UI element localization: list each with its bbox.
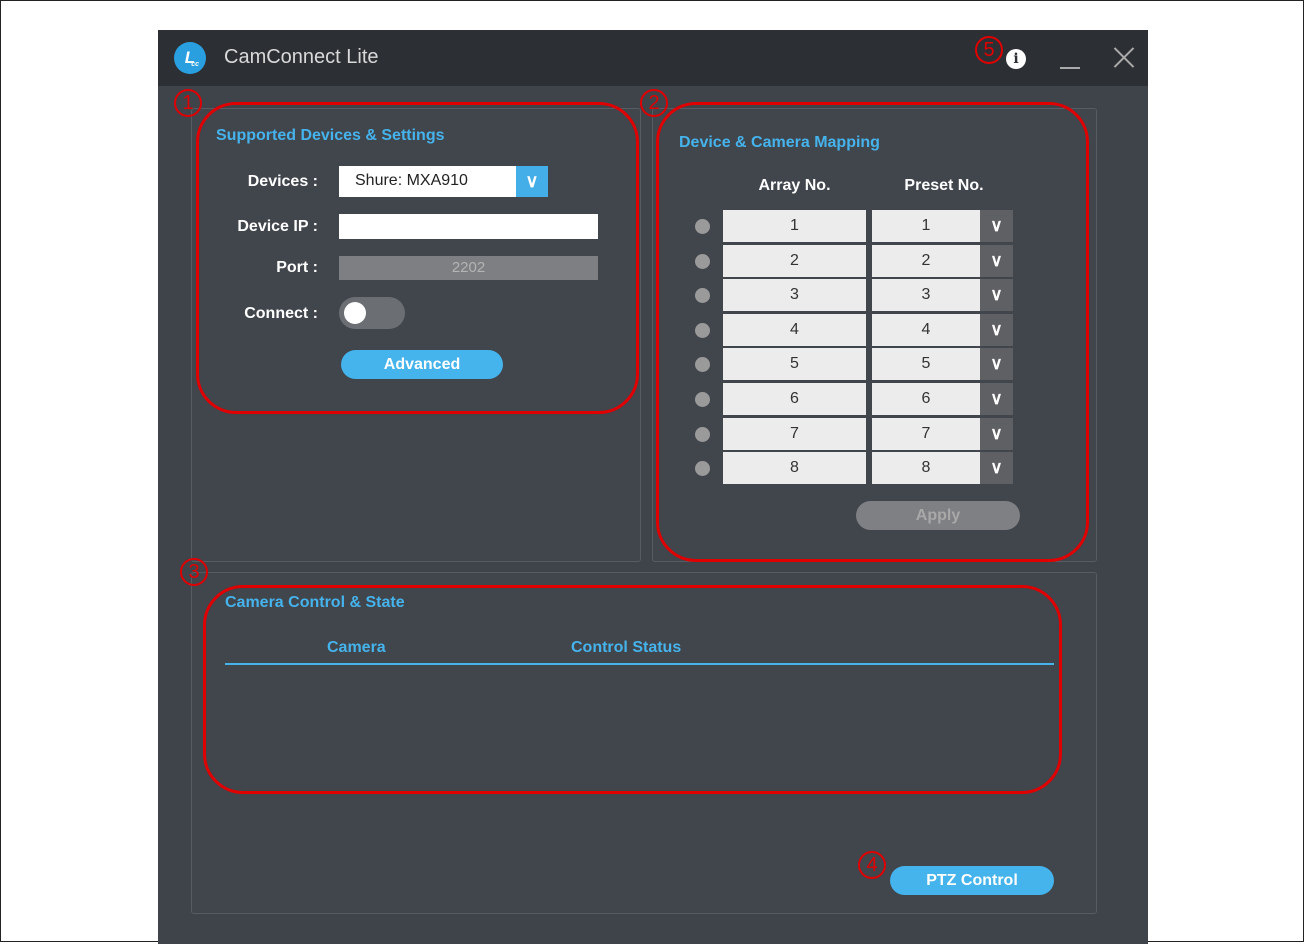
close-icon[interactable] <box>1113 46 1135 68</box>
info-icon[interactable]: i <box>1006 49 1026 69</box>
annotation-number-3: 3 <box>180 558 208 586</box>
app-title: CamConnect Lite <box>224 46 379 68</box>
annotation-box-1 <box>196 102 639 414</box>
app-logo-icon: Lcc <box>174 42 206 74</box>
annotation-number-4: 4 <box>858 851 886 879</box>
annotation-number-2: 2 <box>640 89 668 117</box>
annotation-number-1: 1 <box>174 89 202 117</box>
annotation-box-3 <box>203 585 1062 794</box>
annotation-box-2 <box>656 102 1089 562</box>
ptz-control-button[interactable]: PTZ Control <box>890 866 1054 895</box>
minimize-icon[interactable] <box>1060 67 1080 69</box>
annotation-number-5: 5 <box>975 36 1003 64</box>
